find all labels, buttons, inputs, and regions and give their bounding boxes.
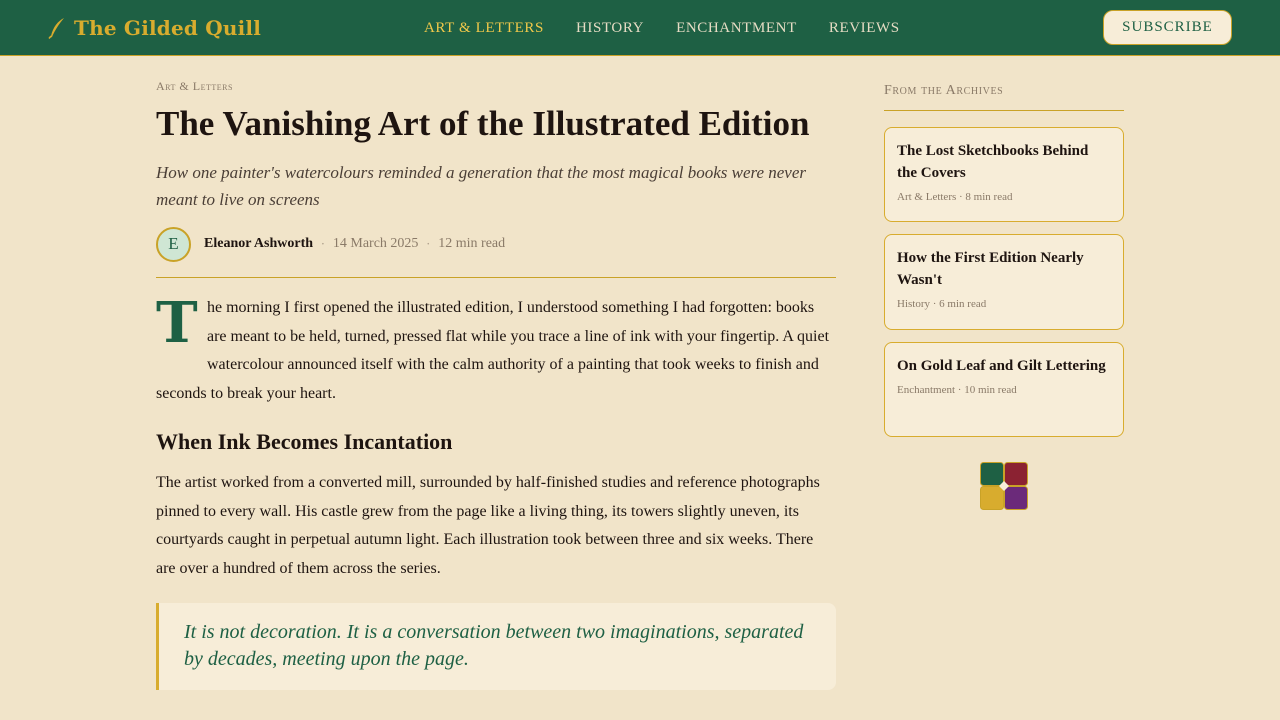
article-dek: How one painter's watercolours reminded …: [156, 163, 807, 209]
site-header: The Gilded Quill ART & LETTERS HISTORY E…: [0, 0, 1280, 56]
archive-card-meta: Enchantment · 10 min read: [897, 384, 1017, 396]
sidebar-title: From the Archives: [884, 83, 1004, 98]
brand-name: The Gilded Quill: [74, 16, 261, 40]
lead-paragraph: T he morning I first opened the illustra…: [156, 294, 836, 409]
nav-item-enchantment[interactable]: ENCHANTMENT: [676, 18, 797, 38]
section-heading: When Ink Becomes Incantation: [156, 428, 453, 454]
nav-item-history[interactable]: HISTORY: [576, 18, 644, 38]
sidebar-archives: From the Archives The Lost Sketchbooks B…: [884, 82, 1124, 437]
subscribe-button[interactable]: SUBSCRIBE: [1103, 10, 1232, 45]
archive-card-meta: Art & Letters · 8 min read: [897, 191, 1013, 203]
archive-card-title: On Gold Leaf and Gilt Lettering: [897, 358, 1106, 374]
nav-item-reviews[interactable]: REVIEWS: [829, 18, 900, 38]
archive-card[interactable]: How the First Edition Nearly Wasn't Hist…: [884, 234, 1124, 330]
archive-card-title: How the First Edition Nearly Wasn't: [897, 250, 1084, 288]
divider: [156, 277, 836, 278]
archive-card[interactable]: The Lost Sketchbooks Behind the Covers A…: [884, 127, 1124, 222]
lead-text: he morning I first opened the illustrate…: [156, 299, 830, 403]
article-kicker[interactable]: Art & Letters: [156, 78, 836, 94]
archive-card[interactable]: On Gold Leaf and Gilt Lettering Enchantm…: [884, 342, 1124, 437]
archive-card-title: The Lost Sketchbooks Behind the Covers: [897, 143, 1089, 181]
archive-card-meta: History · 6 min read: [897, 298, 987, 310]
main-nav: ART & LETTERS HISTORY ENCHANTMENT REVIEW…: [424, 18, 900, 38]
divider: [884, 110, 1124, 111]
brand-logo[interactable]: The Gilded Quill: [48, 14, 261, 42]
drop-cap: T: [156, 290, 198, 356]
author-name[interactable]: Eleanor Ashworth: [204, 236, 313, 252]
publish-date: 14 March 2025: [332, 236, 419, 251]
article: Art & Letters The Vanishing Art of the I…: [156, 78, 836, 690]
four-square-emblem-icon: [980, 462, 1028, 510]
read-time: 12 min read: [438, 236, 506, 251]
article-title: The Vanishing Art of the Illustrated Edi…: [156, 104, 810, 143]
separator-dot: ·: [426, 237, 431, 251]
quill-icon: [48, 18, 64, 39]
avatar[interactable]: E: [156, 226, 191, 262]
body-paragraph: The artist worked from a converted mill,…: [156, 473, 820, 577]
nav-item-art-letters[interactable]: ART & LETTERS: [424, 18, 544, 38]
separator-dot: ·: [321, 237, 325, 251]
byline: E Eleanor Ashworth · 14 March 2025 · 12 …: [156, 226, 836, 262]
pull-quote: It is not decoration. It is a conversati…: [156, 602, 836, 690]
